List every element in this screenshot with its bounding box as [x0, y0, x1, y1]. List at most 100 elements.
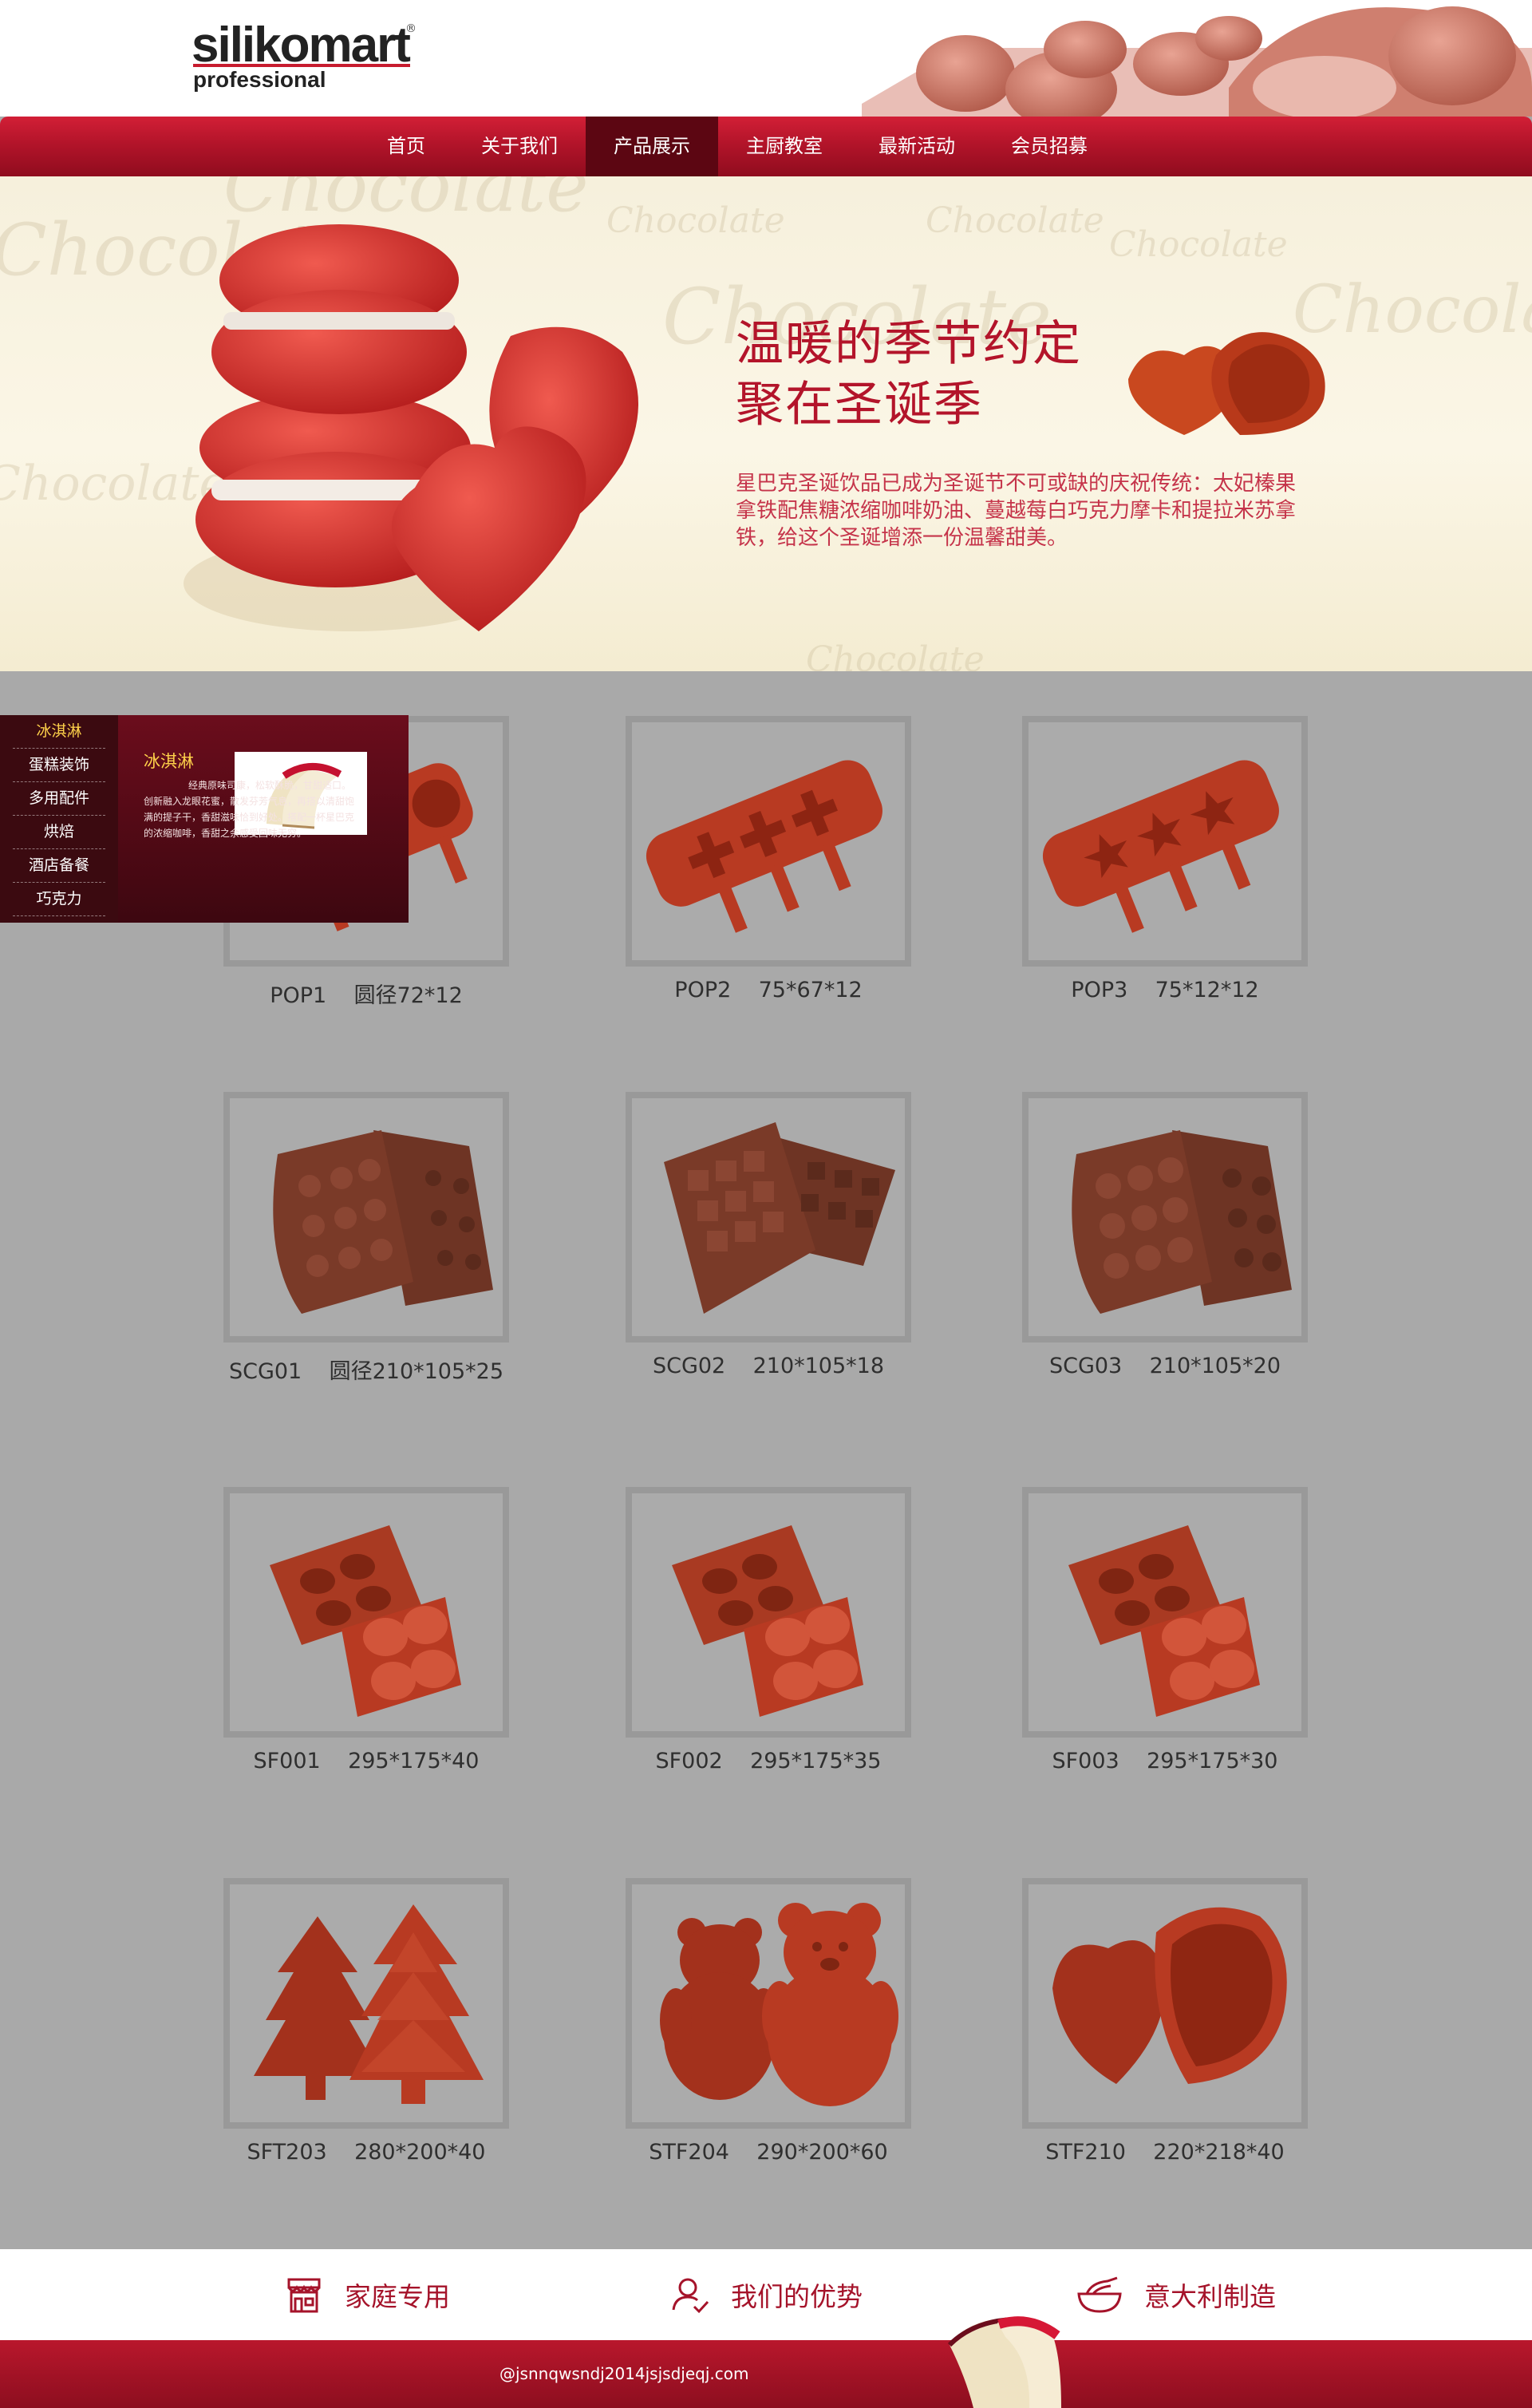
oval-mold-image — [672, 1525, 863, 1717]
product-size: 75*12*12 — [1155, 978, 1259, 1002]
nav-item-membership[interactable]: 会员招募 — [983, 117, 1115, 176]
product-image-frame — [626, 1092, 911, 1342]
product-code: POP2 — [674, 978, 732, 1002]
category-accessories[interactable]: 多用配件 — [13, 782, 105, 816]
background-word: Chocolate — [806, 639, 985, 671]
product-caption: STF210 220*218*40 — [990, 2140, 1340, 2165]
product-image-frame — [1022, 1878, 1308, 2129]
popsicle-mold-image — [646, 760, 882, 933]
oval-mold-image — [270, 1525, 461, 1717]
product-caption: SCG03 210*105*20 — [990, 1354, 1340, 1378]
feature-label: 家庭专用 — [345, 2281, 450, 2312]
product-code: SF002 — [655, 1749, 723, 1773]
category-menu: 冰淇淋 蛋糕装饰 多用配件 烘焙 酒店备餐 巧克力 — [0, 715, 118, 923]
nav-item-chef-class[interactable]: 主厨教室 — [718, 117, 851, 176]
category-baking[interactable]: 烘焙 — [13, 816, 105, 849]
shop-icon — [287, 2278, 321, 2313]
product-caption: SFT203 280*200*40 — [192, 2140, 541, 2165]
nav-item-events[interactable]: 最新活动 — [851, 117, 983, 176]
product-size: 295*175*30 — [1147, 1749, 1278, 1773]
hero-banner: Chocolate Chocolate Chocolate Chocolate … — [0, 176, 1532, 671]
product-size: 280*200*40 — [354, 2140, 486, 2165]
product-image-frame — [1022, 1487, 1308, 1738]
product-size: 295*175*40 — [348, 1749, 480, 1773]
product-caption: SCG02 210*105*18 — [594, 1354, 943, 1378]
product-code: SF001 — [253, 1749, 321, 1773]
feature-advantages[interactable]: 我们的优势 — [670, 2249, 863, 2340]
heart-mold-image — [1128, 332, 1325, 435]
product-size: 75*67*12 — [758, 978, 863, 1002]
preview-description: 经典原味司康，松软酥脆，甘甜适口。创新融入龙眼花蜜，散发芬芳气息，再搭以清甜饱满… — [144, 780, 355, 839]
product-caption: POP3 75*12*12 — [990, 978, 1340, 1002]
product-code: SCG01 — [228, 1359, 302, 1384]
registered-mark: ® — [405, 22, 417, 35]
product-size: 210*105*18 — [752, 1354, 885, 1378]
product-code: SCG02 — [652, 1354, 726, 1378]
product-size: 210*105*20 — [1149, 1354, 1281, 1378]
preview-title: 冰淇淋 — [144, 752, 194, 771]
header: silikomart ® professional — [0, 0, 1532, 117]
product-size: 290*200*60 — [756, 2140, 888, 2165]
product-image-frame — [223, 1092, 509, 1342]
product-image-frame — [223, 1878, 509, 2129]
product-caption: STF204 290*200*60 — [594, 2140, 943, 2165]
product-caption: SF001 295*175*40 — [192, 1749, 541, 1773]
category-chocolate[interactable]: 巧克力 — [13, 883, 105, 916]
banner-title-line2: 聚在圣诞季 — [736, 377, 983, 433]
banner-title: 温暖的季节约定 聚在圣诞季 — [736, 314, 1082, 435]
footer-mold-image — [947, 2316, 1061, 2408]
product-caption: SCG01 圆径210*105*25 — [192, 1354, 541, 1385]
features-bar: 家庭专用 我们的优势 意大利制造 — [0, 2249, 1532, 2340]
chocolate-mold-image — [664, 1122, 895, 1314]
macaron-image — [184, 224, 638, 631]
category-cake-decoration[interactable]: 蛋糕装饰 — [13, 749, 105, 782]
category-preview-panel: 冰淇淋 经典原味司康，松软酥脆，甘甜适口。创新融入龙眼花蜜，散发芬芳气息，再搭以… — [118, 715, 409, 923]
popsicle-mold-image — [1042, 760, 1279, 933]
product-caption: SF003 295*175*30 — [990, 1749, 1340, 1773]
nav-item-products[interactable]: 产品展示 — [586, 117, 718, 176]
feature-label: 意大利制造 — [1144, 2281, 1276, 2312]
product-size: 295*175*35 — [750, 1749, 882, 1773]
heart-mold-image — [1052, 1907, 1287, 2084]
background-word: Chocolate — [926, 200, 1104, 241]
product-image-frame — [1022, 1092, 1308, 1342]
product-image-frame — [223, 1487, 509, 1738]
product-caption: POP1 圆径72*12 — [192, 978, 541, 1009]
product-size: 圆径210*105*25 — [329, 1359, 504, 1384]
header-mold-image — [862, 6, 1532, 117]
product-image-frame — [1022, 716, 1308, 967]
brand-logo[interactable]: silikomart ® professional — [192, 21, 431, 97]
bowl-icon — [1077, 2276, 1122, 2313]
bear-mold-image — [660, 1903, 898, 2106]
product-code: STF210 — [1045, 2140, 1126, 2165]
product-code: POP3 — [1071, 978, 1128, 1002]
nav-list: 首页 关于我们 产品展示 主厨教室 最新活动 会员招募 — [359, 117, 1115, 176]
chocolate-mold-image — [1072, 1130, 1292, 1314]
user-check-icon — [672, 2278, 709, 2314]
nav-item-about[interactable]: 关于我们 — [453, 117, 586, 176]
category-ice-cream[interactable]: 冰淇淋 — [13, 715, 105, 749]
product-code: SCG03 — [1048, 1354, 1123, 1378]
nav-item-home[interactable]: 首页 — [359, 117, 453, 176]
logo-subtitle: professional — [193, 67, 326, 92]
footer-copyright: @jsnnqwsndj2014jsjsdjeqj.com — [499, 2364, 749, 2383]
logo-wordmark: silikomart — [192, 18, 411, 73]
feature-made-in-italy[interactable]: 意大利制造 — [1076, 2249, 1276, 2340]
product-code: SFT203 — [247, 2140, 327, 2165]
product-size: 220*218*40 — [1153, 2140, 1285, 2165]
oval-mold-image — [1068, 1525, 1260, 1717]
product-code: SF003 — [1052, 1749, 1119, 1773]
product-size: 圆径72*12 — [353, 983, 463, 1008]
product-image-frame — [626, 1878, 911, 2129]
feature-home-use[interactable]: 家庭专用 — [284, 2249, 450, 2340]
product-caption: SF002 295*175*35 — [594, 1749, 943, 1773]
banner-title-line1: 温暖的季节约定 — [736, 316, 1082, 372]
footer: @jsnnqwsndj2014jsjsdjeqj.com — [0, 2316, 1532, 2408]
product-code: POP1 — [270, 983, 327, 1008]
product-caption: POP2 75*67*12 — [594, 978, 943, 1002]
background-word: Chocolate — [1109, 224, 1288, 265]
tree-mold-image — [254, 1904, 484, 2104]
product-image-frame — [626, 1487, 911, 1738]
category-hotel-catering[interactable]: 酒店备餐 — [13, 849, 105, 883]
product-code: STF204 — [649, 2140, 729, 2165]
